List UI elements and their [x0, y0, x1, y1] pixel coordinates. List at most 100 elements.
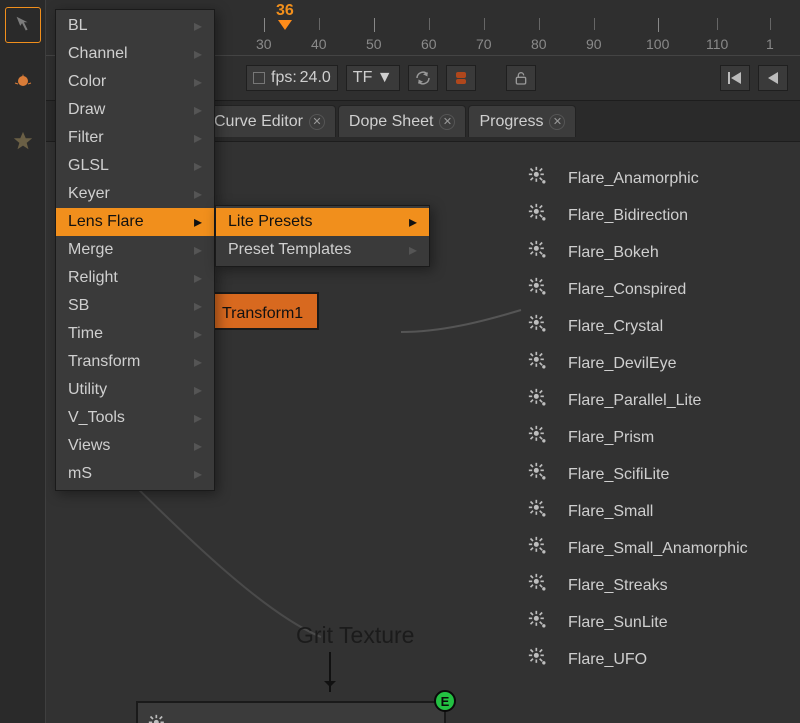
chevron-right-icon: ▸: [409, 212, 417, 232]
menu-item[interactable]: BL▸: [56, 12, 214, 40]
flare-icon: [528, 240, 548, 265]
tab-dope-sheet[interactable]: Dope Sheet✕: [338, 105, 467, 137]
preset-item[interactable]: Flare_DevilEye: [528, 351, 748, 376]
close-icon[interactable]: ✕: [439, 114, 455, 130]
menu-item-label: SB: [68, 297, 89, 315]
menu-item[interactable]: SB ▸: [56, 292, 214, 320]
menu-item[interactable]: Color▸: [56, 68, 214, 96]
close-icon[interactable]: ✕: [309, 114, 325, 130]
preset-label: Flare_Parallel_Lite: [568, 392, 701, 410]
menu-item-label: Time: [68, 325, 103, 343]
preset-item[interactable]: Flare_Crystal: [528, 314, 748, 339]
tool-star[interactable]: [6, 124, 40, 158]
left-toolbar: [0, 0, 46, 723]
flare-icon: [528, 388, 548, 413]
tab-curve-editor[interactable]: Curve Editor ✕: [203, 105, 336, 137]
preset-item[interactable]: Flare_Anamorphic: [528, 166, 748, 191]
submenu-item[interactable]: Preset Templates▸: [216, 236, 429, 264]
preset-item[interactable]: Flare_UFO: [528, 647, 748, 672]
flare-icon: [528, 647, 548, 672]
menu-item-label: Views: [68, 437, 110, 455]
menu-item[interactable]: Channel▸: [56, 40, 214, 68]
menu-item[interactable]: Time ▸: [56, 320, 214, 348]
chevron-right-icon: ▸: [194, 72, 202, 92]
playhead[interactable]: 36: [276, 2, 294, 30]
menu-item[interactable]: Keyer▸: [56, 180, 214, 208]
menu-item[interactable]: mS▸: [56, 460, 214, 488]
tool-user[interactable]: [6, 66, 40, 100]
node-transform1[interactable]: Transform1: [206, 292, 319, 330]
flare-icon: [148, 714, 168, 723]
preset-label: Flare_Conspired: [568, 281, 686, 299]
preset-item[interactable]: Flare_Small_Anamorphic: [528, 536, 748, 561]
menu-item[interactable]: Transform▸: [56, 348, 214, 376]
fps-checkbox-icon[interactable]: [253, 72, 265, 84]
chevron-right-icon: ▸: [194, 184, 202, 204]
menu-item[interactable]: Views▸: [56, 432, 214, 460]
menu-item-label: Transform: [68, 353, 140, 371]
preset-label: Flare_Small_Anamorphic: [568, 540, 748, 558]
preset-item[interactable]: Flare_ScifiLite: [528, 462, 748, 487]
node-title: Transform1: [222, 305, 303, 322]
chevron-right-icon: ▸: [194, 268, 202, 288]
menu-item-label: Lens Flare: [68, 213, 144, 231]
tick-1: 1: [766, 36, 774, 52]
menu-item[interactable]: Utility▸: [56, 376, 214, 404]
tab-label: Curve Editor: [214, 113, 303, 131]
tab-progress[interactable]: Progress✕: [468, 105, 576, 137]
chevron-right-icon: ▸: [194, 156, 202, 176]
menu-item-label: Relight: [68, 269, 118, 287]
chevron-right-icon: ▸: [194, 296, 202, 316]
close-icon[interactable]: ✕: [549, 114, 565, 130]
preset-label: Flare_Bokeh: [568, 244, 659, 262]
submenu-lensflare: Lite Presets▸Preset Templates▸: [215, 205, 430, 267]
lock-icon[interactable]: [506, 65, 536, 91]
node-flare-sunlite[interactable]: [136, 701, 446, 723]
chevron-right-icon: ▸: [409, 240, 417, 260]
context-menu: BL▸Channel▸Color▸Draw▸Filter▸GLSL▸Keyer▸…: [55, 9, 215, 491]
preset-item[interactable]: Flare_Small: [528, 499, 748, 524]
preset-item[interactable]: Flare_Conspired: [528, 277, 748, 302]
preset-item[interactable]: Flare_Bokeh: [528, 240, 748, 265]
step-back-icon[interactable]: [758, 65, 788, 91]
preset-label: Flare_ScifiLite: [568, 466, 669, 484]
fps-box[interactable]: fps: 24.0: [246, 65, 338, 91]
fps-value: 24.0: [297, 69, 331, 87]
preset-label: Flare_DevilEye: [568, 355, 676, 373]
preset-label: Flare_Streaks: [568, 577, 668, 595]
tick-70: 70: [476, 36, 492, 52]
flare-icon: [528, 314, 548, 339]
flare-icon: [528, 499, 548, 524]
sync-icon[interactable]: [408, 65, 438, 91]
go-to-start-icon[interactable]: [720, 65, 750, 91]
preset-item[interactable]: Flare_Parallel_Lite: [528, 388, 748, 413]
tf-dropdown[interactable]: TF ▼: [346, 65, 400, 91]
flare-icon: [528, 573, 548, 598]
menu-item[interactable]: Relight ▸: [56, 264, 214, 292]
flare-icon: [528, 166, 548, 191]
menu-item[interactable]: GLSL ▸: [56, 152, 214, 180]
preset-item[interactable]: Flare_Streaks: [528, 573, 748, 598]
menu-item-label: Merge: [68, 241, 113, 259]
backdrop-label: Grit Texture: [296, 622, 414, 649]
menu-item-label: GLSL: [68, 157, 109, 175]
preset-label: Flare_Small: [568, 503, 653, 521]
submenu-item[interactable]: Lite Presets▸: [216, 208, 429, 236]
menu-item[interactable]: V_Tools▸: [56, 404, 214, 432]
chevron-right-icon: ▸: [194, 464, 202, 484]
menu-item-label: Draw: [68, 101, 105, 119]
flare-icon: [528, 462, 548, 487]
marker-icon[interactable]: [446, 65, 476, 91]
menu-item[interactable]: Lens Flare▸: [56, 208, 214, 236]
tick-80: 80: [531, 36, 547, 52]
preset-item[interactable]: Flare_Bidirection: [528, 203, 748, 228]
preset-item[interactable]: Flare_Prism: [528, 425, 748, 450]
tool-cursor[interactable]: [6, 8, 40, 42]
chevron-right-icon: ▸: [194, 324, 202, 344]
flare-icon: [528, 425, 548, 450]
chevron-right-icon: ▸: [194, 380, 202, 400]
menu-item[interactable]: Filter▸: [56, 124, 214, 152]
menu-item[interactable]: Merge▸: [56, 236, 214, 264]
menu-item[interactable]: Draw▸: [56, 96, 214, 124]
preset-item[interactable]: Flare_SunLite: [528, 610, 748, 635]
